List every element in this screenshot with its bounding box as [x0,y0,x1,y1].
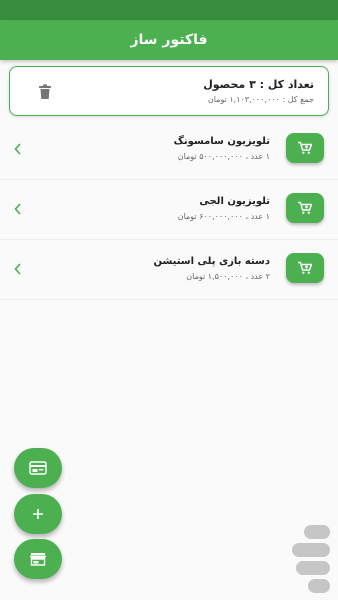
status-bar [0,0,338,20]
list-item[interactable]: تلویزیون سامسونگ ۱ عدد ، ۵۰۰,۰۰۰,۰۰۰ توم… [0,120,338,180]
item-name: دسته بازی پلی استیشن [153,256,270,267]
store-fab-button[interactable] [14,539,62,579]
cart-add-icon [298,201,313,214]
store-icon [30,553,46,566]
item-meta: ۱ عدد ، ۵۰۰,۰۰۰,۰۰۰ تومان [177,152,270,161]
chevron-left-icon[interactable] [13,202,23,216]
app-title: فاکتور ساز [130,32,208,48]
item-meta: ۱ عدد ، ۶۰۰,۰۰۰,۰۰۰ تومان [177,212,270,221]
list-item[interactable]: دسته بازی پلی استیشن ۲ عدد ، ۱,۵۰۰,۰۰۰ ت… [0,240,338,300]
add-to-cart-button[interactable] [286,253,324,283]
add-to-cart-button[interactable] [286,193,324,223]
invoice-icon [29,461,47,475]
chevron-left-icon[interactable] [13,142,23,156]
cart-add-icon [298,261,313,274]
app-bar: فاکتور ساز [0,20,338,60]
store-logo-watermark [292,525,330,593]
total-sum-label: جمع کل : ۱,۱۰۳,۰۰۰,۰۰۰ تومان [207,95,314,104]
trash-icon[interactable] [38,84,52,100]
cart-add-icon [298,141,313,154]
item-meta: ۲ عدد ، ۱,۵۰۰,۰۰۰ تومان [186,272,270,281]
item-name: تلویزیون الجی [199,196,270,207]
total-count-label: تعداد کل : ۳ محصول [203,78,314,91]
plus-icon [33,509,43,519]
chevron-left-icon[interactable] [13,262,23,276]
item-name: تلویزیون سامسونگ [173,136,270,147]
add-fab-button[interactable] [14,494,62,534]
summary-card: تعداد کل : ۳ محصول جمع کل : ۱,۱۰۳,۰۰۰,۰۰… [9,66,329,116]
list-item[interactable]: تلویزیون الجی ۱ عدد ، ۶۰۰,۰۰۰,۰۰۰ تومان [0,180,338,240]
invoice-fab-button[interactable] [14,448,62,488]
add-to-cart-button[interactable] [286,133,324,163]
